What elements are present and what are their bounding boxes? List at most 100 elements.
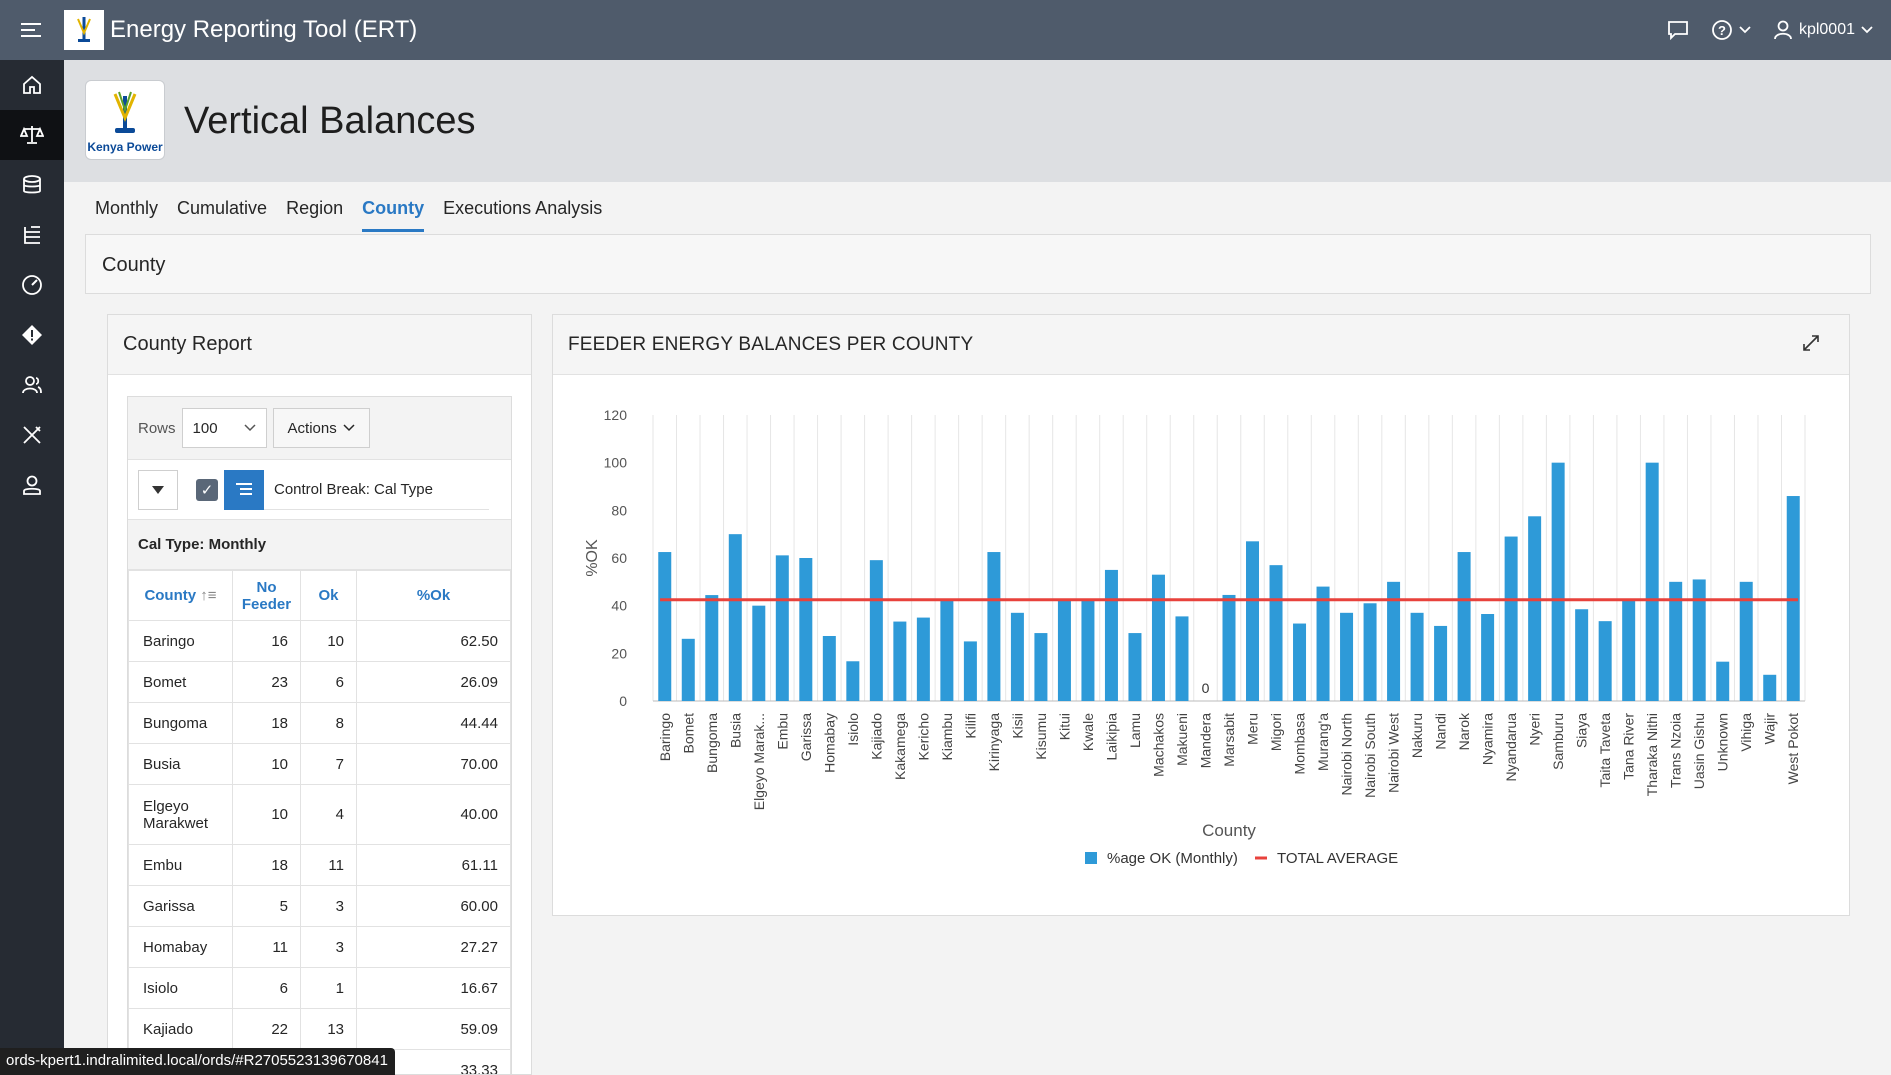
table-row: Garissa 5 3 60.00 bbox=[128, 885, 511, 927]
control-break-icon[interactable] bbox=[224, 469, 264, 510]
county-report-panel: County Report Rows 100 Actions ✓ Control… bbox=[107, 314, 532, 1075]
nav-home[interactable] bbox=[0, 60, 64, 110]
table-header-row: County ↑≡ No Feeder Ok %Ok bbox=[128, 570, 511, 621]
expand-icon[interactable] bbox=[1801, 333, 1821, 359]
y-tick-label: 0 bbox=[619, 693, 627, 709]
database-icon bbox=[23, 175, 41, 194]
bar bbox=[1222, 594, 1236, 701]
table-row: Kajiado 22 13 59.09 bbox=[128, 1008, 511, 1050]
bar bbox=[1575, 609, 1589, 701]
chevron-down-icon bbox=[244, 424, 256, 432]
report-toolbar: Rows 100 Actions bbox=[128, 397, 511, 460]
chat-icon[interactable] bbox=[1667, 20, 1689, 40]
x-tick-label: Kajiado bbox=[868, 713, 884, 760]
y-tick-label: 80 bbox=[611, 502, 627, 518]
side-navigation bbox=[0, 60, 64, 1075]
app-title[interactable]: Energy Reporting Tool (ERT) bbox=[110, 16, 417, 44]
help-menu[interactable]: ? bbox=[1711, 19, 1751, 41]
bar bbox=[1034, 633, 1048, 701]
x-tick-label: Homabay bbox=[821, 713, 837, 773]
logo-text: Kenya Power bbox=[87, 140, 163, 154]
x-tick-label: Mombasa bbox=[1292, 713, 1308, 775]
company-logo: Kenya Power bbox=[85, 80, 165, 160]
top-header: Energy Reporting Tool (ERT) ? kpl0001 bbox=[0, 0, 1891, 60]
nav-users[interactable] bbox=[0, 360, 64, 410]
table-row: Isiolo 6 1 16.67 bbox=[128, 967, 511, 1009]
nav-hierarchy[interactable] bbox=[0, 210, 64, 260]
user-menu[interactable]: kpl0001 bbox=[1773, 20, 1873, 40]
tab-monthly[interactable]: Monthly bbox=[95, 184, 158, 232]
menu-toggle-icon[interactable] bbox=[0, 0, 64, 60]
app-logo[interactable] bbox=[64, 10, 104, 50]
sort-asc-icon: ↑≡ bbox=[200, 587, 217, 604]
x-tick-label: Murang'a bbox=[1315, 713, 1331, 771]
chevron-down-icon bbox=[1861, 26, 1873, 34]
x-tick-label: Nyeri bbox=[1527, 713, 1543, 746]
col-pct-ok[interactable]: %Ok bbox=[356, 570, 511, 621]
tab-region[interactable]: Region bbox=[286, 184, 343, 232]
bar bbox=[1410, 612, 1424, 701]
x-tick-label: West Pokot bbox=[1785, 713, 1801, 784]
x-tick-label: Kericho bbox=[915, 713, 931, 761]
x-tick-label: Elgeyo Marak... bbox=[751, 713, 767, 810]
bar bbox=[658, 552, 672, 701]
collapse-toggle[interactable] bbox=[138, 469, 178, 510]
bar bbox=[963, 641, 977, 701]
bar bbox=[1104, 569, 1118, 701]
bar bbox=[1269, 565, 1283, 701]
bar bbox=[1598, 621, 1612, 701]
x-tick-label: Nairobi West bbox=[1386, 713, 1402, 793]
nav-tools[interactable] bbox=[0, 410, 64, 460]
col-county[interactable]: County ↑≡ bbox=[128, 570, 233, 621]
nav-admin[interactable] bbox=[0, 460, 64, 510]
y-tick-label: 100 bbox=[604, 455, 628, 471]
legend-swatch bbox=[1085, 852, 1097, 864]
x-tick-label: Nandi bbox=[1433, 713, 1449, 750]
y-tick-label: 40 bbox=[611, 598, 627, 614]
control-break-checkbox[interactable]: ✓ bbox=[196, 478, 218, 501]
tools-icon bbox=[23, 426, 41, 444]
nav-data[interactable] bbox=[0, 160, 64, 210]
x-tick-label: Embu bbox=[774, 713, 790, 750]
rows-select[interactable]: 100 bbox=[181, 408, 267, 448]
bar bbox=[869, 560, 883, 701]
x-tick-label: Nakuru bbox=[1409, 713, 1425, 758]
col-ok[interactable]: Ok bbox=[300, 570, 357, 621]
col-no-feeder[interactable]: No Feeder bbox=[232, 570, 301, 621]
x-tick-label: Uasin Gishu bbox=[1691, 713, 1707, 789]
table-row: Bomet 23 6 26.09 bbox=[128, 661, 511, 703]
gauge-icon bbox=[22, 275, 42, 295]
y-tick-label: 120 bbox=[604, 407, 628, 423]
bar bbox=[1481, 614, 1495, 701]
bar bbox=[1692, 579, 1706, 701]
bar bbox=[1434, 625, 1448, 701]
x-tick-label: Marsabit bbox=[1221, 713, 1237, 767]
warning-diamond-icon bbox=[22, 325, 42, 345]
bar bbox=[1151, 574, 1165, 701]
tab-county[interactable]: County bbox=[362, 184, 425, 232]
x-tick-label: Samburu bbox=[1550, 713, 1566, 770]
nav-vertical-balances[interactable] bbox=[0, 110, 64, 160]
legend-label: TOTAL AVERAGE bbox=[1277, 850, 1398, 867]
nav-dashboard[interactable] bbox=[0, 260, 64, 310]
table-row: Embu 18 11 61.11 bbox=[128, 844, 511, 886]
tab-cumulative[interactable]: Cumulative bbox=[177, 184, 267, 232]
x-tick-label: Kakamega bbox=[892, 713, 908, 780]
x-tick-label: Taita Taveta bbox=[1597, 713, 1613, 788]
bar bbox=[1528, 516, 1542, 701]
tab-executions-analysis[interactable]: Executions Analysis bbox=[443, 184, 602, 232]
bar bbox=[916, 617, 930, 701]
svg-text:?: ? bbox=[1718, 23, 1726, 38]
chart-panel-title: FEEDER ENERGY BALANCES PER COUNTY bbox=[568, 333, 974, 355]
y-axis-title: %OK bbox=[584, 539, 601, 577]
admin-user-icon bbox=[23, 475, 41, 495]
x-tick-label: Nyamira bbox=[1480, 713, 1496, 765]
bar bbox=[1081, 600, 1095, 701]
x-tick-label: Wajir bbox=[1762, 713, 1778, 745]
actions-button[interactable]: Actions bbox=[272, 408, 370, 448]
bar bbox=[1551, 462, 1565, 701]
bar bbox=[1246, 541, 1260, 701]
x-tick-label: Narok bbox=[1456, 712, 1472, 750]
nav-alerts[interactable] bbox=[0, 310, 64, 360]
control-break-row: ✓ Control Break: Cal Type bbox=[128, 460, 511, 520]
